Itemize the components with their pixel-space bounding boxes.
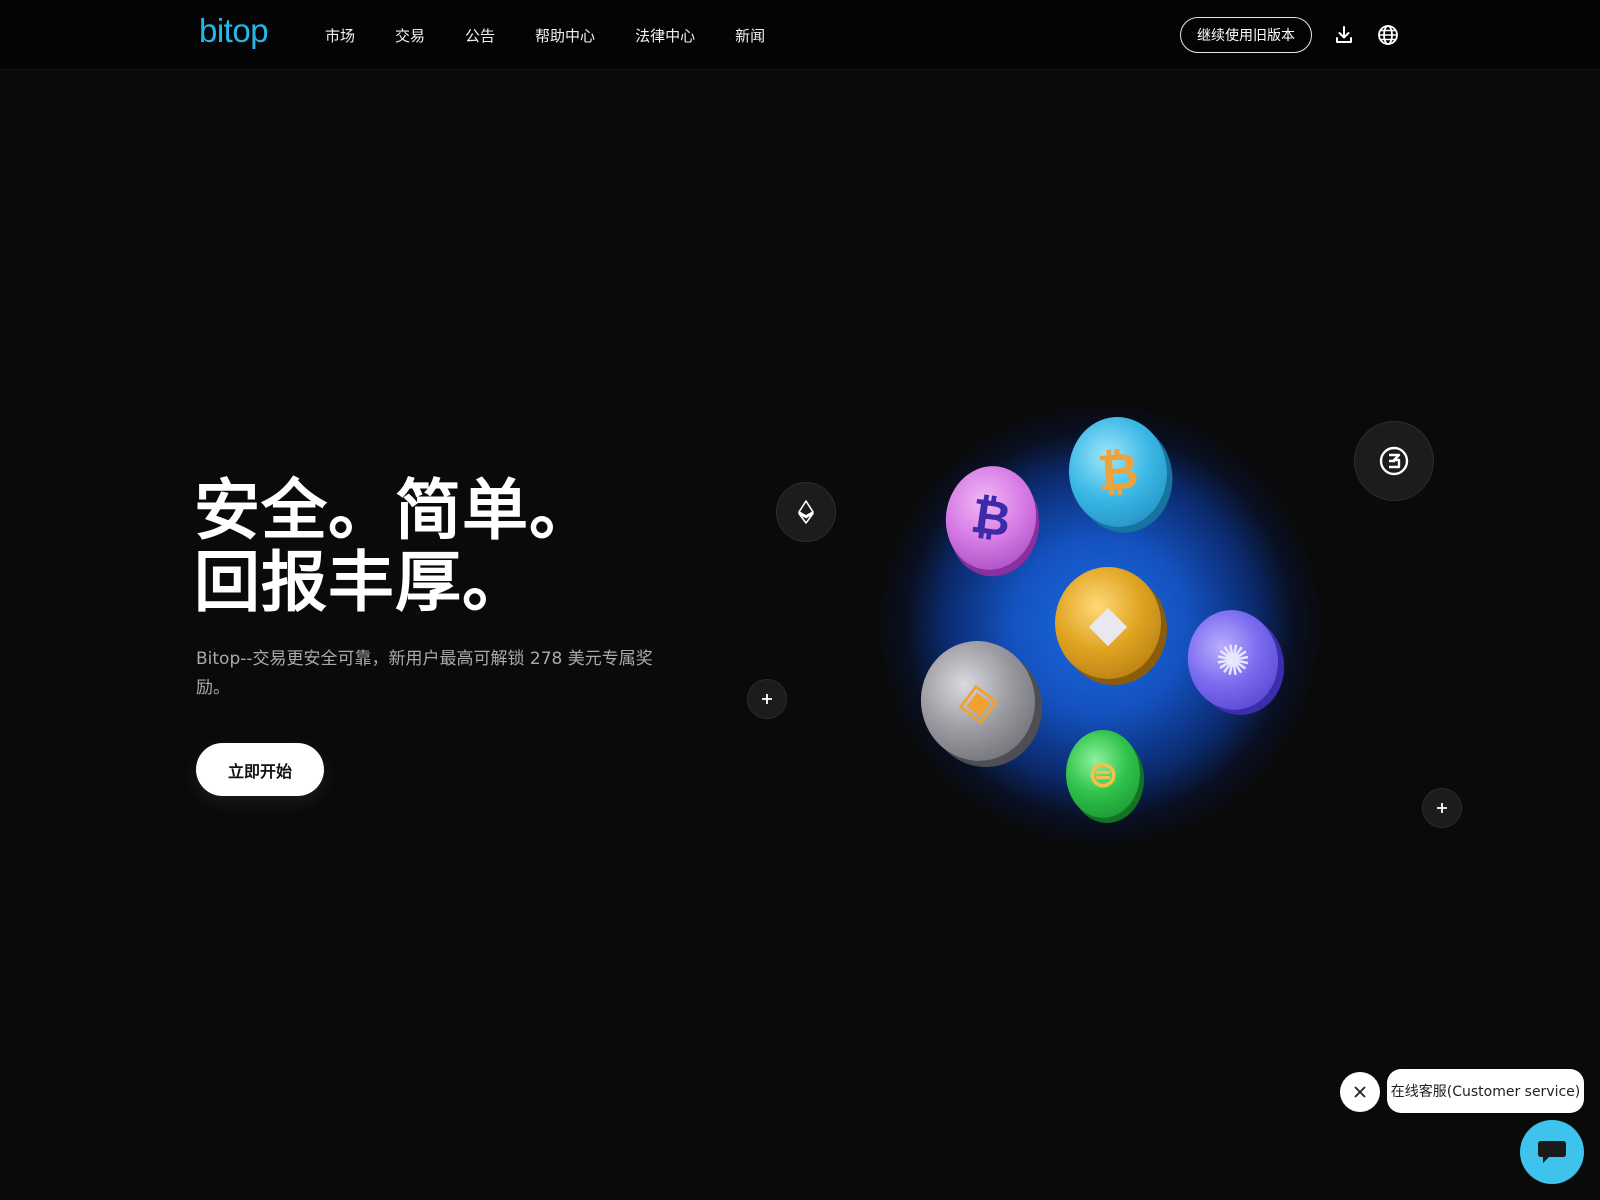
main-nav: 市场 交易 公告 帮助中心 法律中心 新闻 [325,0,805,70]
hero-title: 安全。简单。 回报丰厚。 [194,475,596,619]
nav-item-legal-center[interactable]: 法律中心 [635,25,695,46]
nav-item-market[interactable]: 市场 [325,25,355,46]
nav-item-help-center[interactable]: 帮助中心 [535,25,595,46]
hero-subtitle: Bitop--交易更安全可靠，新用户最高可解锁 278 美元专属奖励。 [196,649,653,698]
download-icon[interactable] [1331,22,1357,48]
chat-launcher-button[interactable] [1520,1120,1584,1184]
ethereum-icon [776,482,836,542]
hero-title-line-1: 安全。简单。 [194,472,596,549]
token-three-icon [1354,421,1434,501]
top-navigation-bar: bitop 市场 交易 公告 帮助中心 法律中心 新闻 继续使用旧版本 [0,0,1600,70]
bitop-logo[interactable]: bitop [199,12,269,50]
plus-icon [1422,788,1462,828]
chat-icon [1538,1141,1566,1163]
nav-item-trade[interactable]: 交易 [395,25,425,46]
plus-icon [747,679,787,719]
ethereum-gold-coin: ◆ [1055,567,1161,679]
get-started-button[interactable]: 立即开始 [196,743,324,796]
nav-item-news[interactable]: 新闻 [735,25,765,46]
customer-service-bubble[interactable]: 在线客服(Customer service) [1387,1069,1584,1113]
nav-item-announcements[interactable]: 公告 [465,25,495,46]
chat-close-button[interactable] [1340,1072,1380,1112]
globe-icon[interactable] [1375,22,1401,48]
stellar-green-coin: ⊜ [1066,730,1140,818]
legacy-version-button[interactable]: 继续使用旧版本 [1180,17,1312,53]
hero-title-line-2: 回报丰厚。 [194,544,529,621]
